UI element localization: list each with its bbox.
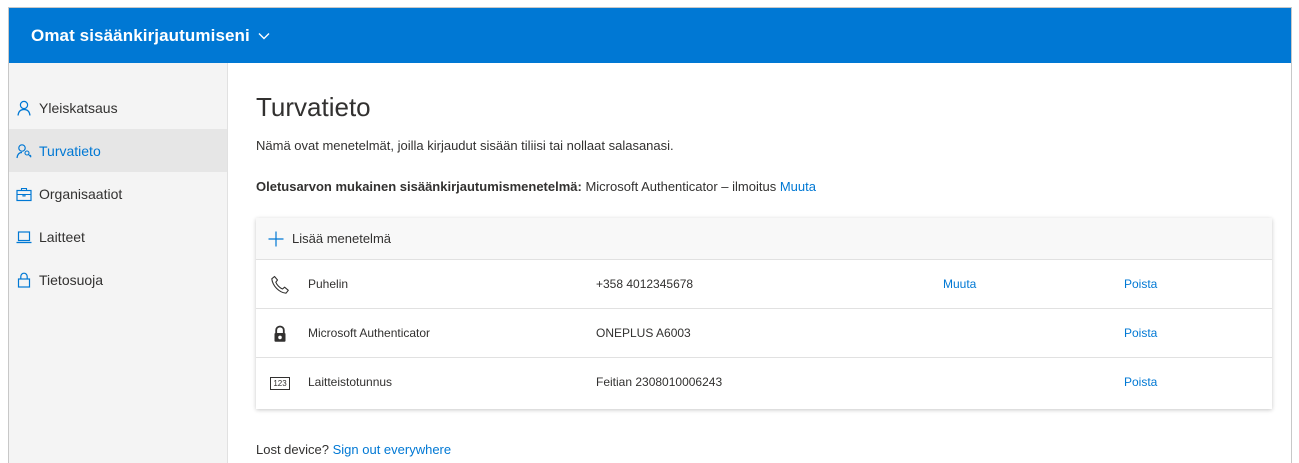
- change-phone-link[interactable]: Muuta: [943, 260, 976, 309]
- sidebar-item-organisaatiot[interactable]: Organisaatiot: [9, 172, 227, 215]
- method-row-authenticator: Microsoft Authenticator ONEPLUS A6003 Po…: [256, 309, 1272, 358]
- sidebar-item-yleiskatsaus[interactable]: Yleiskatsaus: [9, 86, 227, 129]
- plus-icon: [267, 230, 285, 248]
- change-default-link[interactable]: Muuta: [780, 179, 816, 194]
- default-method-value: Microsoft Authenticator – ilmoitus: [581, 179, 780, 194]
- sidebar-item-tietosuoja[interactable]: Tietosuoja: [9, 258, 227, 301]
- method-detail: ONEPLUS A6003: [596, 326, 691, 340]
- person-key-icon: [16, 143, 32, 159]
- default-method-label: Oletusarvon mukainen sisäänkirjautumisme…: [256, 179, 582, 194]
- method-row-phone: Puhelin +358 4012345678 Muuta Poista: [256, 260, 1272, 309]
- person-icon: [16, 100, 32, 116]
- method-row-hardware-token: 123 Laitteistotunnus Feitian 23080100062…: [256, 358, 1272, 407]
- lost-device-text: Lost device?: [256, 442, 333, 457]
- briefcase-icon: [16, 186, 32, 202]
- lock-icon: [16, 272, 32, 288]
- hardware-token-icon: 123: [270, 373, 290, 393]
- method-name: Microsoft Authenticator: [308, 326, 431, 340]
- app-title[interactable]: Omat sisäänkirjautumiseni: [31, 26, 250, 46]
- sidebar-item-turvatieto[interactable]: Turvatieto: [9, 129, 227, 172]
- sidebar-item-label: Organisaatiot: [39, 185, 123, 202]
- lost-device-line: Lost device? Sign out everywhere: [256, 442, 451, 457]
- default-method-line: Oletusarvon mukainen sisäänkirjautumisme…: [256, 179, 816, 194]
- sidebar: Yleiskatsaus Turvatieto Organisaatiot La…: [9, 63, 228, 463]
- app-window: Omat sisäänkirjautumiseni Yleiskatsaus T…: [8, 7, 1292, 463]
- method-detail: Feitian 2308010006243: [596, 375, 723, 389]
- page-title: Turvatieto: [256, 92, 371, 122]
- method-name: Puhelin: [308, 277, 349, 291]
- laptop-icon: [16, 229, 32, 245]
- sidebar-item-label: Turvatieto: [39, 142, 101, 159]
- sign-out-everywhere-link[interactable]: Sign out everywhere: [333, 442, 452, 457]
- chevron-down-icon[interactable]: [258, 32, 270, 40]
- main-content: Turvatieto Nämä ovat menetelmät, joilla …: [256, 63, 1291, 463]
- delete-authenticator-link[interactable]: Poista: [1124, 309, 1157, 358]
- sidebar-item-label: Yleiskatsaus: [39, 99, 118, 116]
- delete-hardware-token-link[interactable]: Poista: [1124, 358, 1157, 407]
- delete-phone-link[interactable]: Poista: [1124, 260, 1157, 309]
- method-detail: +358 4012345678: [596, 277, 694, 291]
- add-method-button[interactable]: Lisää menetelmä: [256, 218, 1272, 260]
- methods-card: Lisää menetelmä Puhelin +358 4012345678 …: [256, 218, 1272, 409]
- sidebar-item-label: Tietosuoja: [39, 271, 104, 288]
- sidebar-item-label: Laitteet: [39, 228, 85, 245]
- phone-icon: [270, 275, 290, 295]
- page-description: Nämä ovat menetelmät, joilla kirjaudut s…: [256, 138, 674, 153]
- method-name: Laitteistotunnus: [308, 375, 393, 389]
- sidebar-item-laitteet[interactable]: Laitteet: [9, 215, 227, 258]
- add-method-label: Lisää menetelmä: [292, 231, 391, 246]
- authenticator-lock-icon: [270, 324, 290, 344]
- top-bar: Omat sisäänkirjautumiseni: [9, 8, 1291, 63]
